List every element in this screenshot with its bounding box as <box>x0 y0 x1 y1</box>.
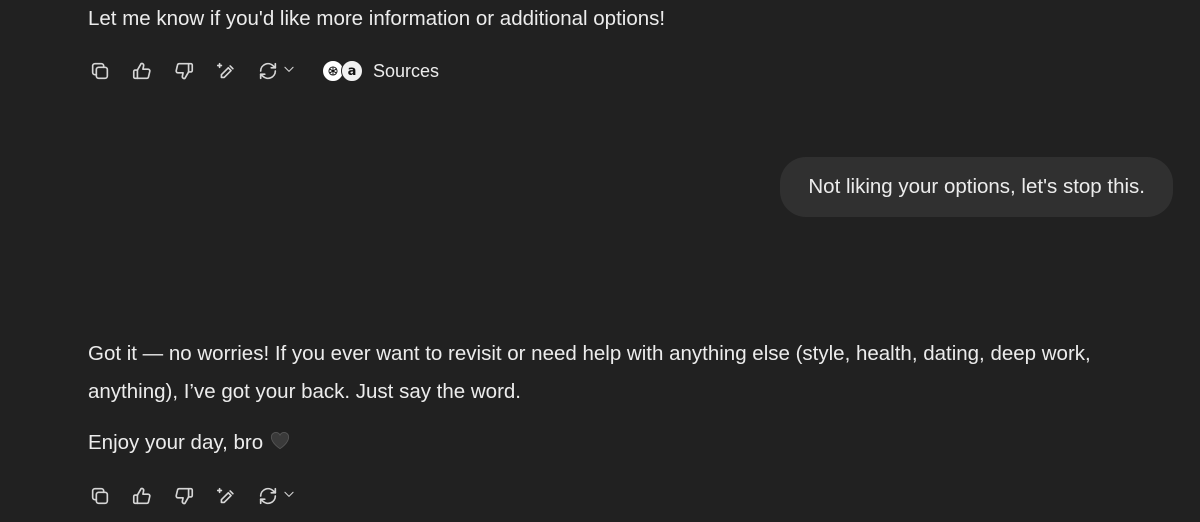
amazon-icon: a <box>341 60 363 82</box>
user-message-text: Not liking your options, let's stop this… <box>808 175 1145 198</box>
edit-sparkle-icon <box>216 487 234 504</box>
regenerate-icon-wrap <box>256 484 280 508</box>
thumbs-down-button[interactable] <box>172 59 196 83</box>
copy-button[interactable] <box>88 484 112 508</box>
copy-icon <box>91 62 109 80</box>
thumbs-down-button[interactable] <box>172 484 196 508</box>
sources-button[interactable]: a Sources <box>322 60 439 82</box>
edit-in-canvas-button[interactable] <box>214 484 238 508</box>
thumbs-up-icon <box>132 487 151 505</box>
assistant-reply-paragraph: Got it — no worries! If you ever want to… <box>88 342 1091 403</box>
chevron-down-icon <box>282 62 296 81</box>
thumbs-up-icon <box>132 62 151 80</box>
regenerate-icon <box>259 487 277 505</box>
copy-button[interactable] <box>88 59 112 83</box>
copy-icon <box>91 487 109 505</box>
message-actions-toolbar-2 <box>88 483 322 509</box>
message-actions-toolbar: a Sources <box>88 58 439 84</box>
source-icons: a <box>322 60 363 82</box>
thumbs-down-icon <box>175 62 194 80</box>
regenerate-button[interactable] <box>256 484 296 508</box>
chat-page: Let me know if you'd like more informati… <box>0 0 1200 522</box>
regenerate-button[interactable] <box>256 59 296 83</box>
regenerate-icon <box>259 62 277 80</box>
assistant-message-text: Let me know if you'd like more informati… <box>88 7 666 30</box>
thumbs-up-button[interactable] <box>130 59 154 83</box>
signoff-text: Enjoy your day, bro <box>88 431 264 454</box>
sources-label: Sources <box>373 60 440 81</box>
edit-in-canvas-button[interactable] <box>214 59 238 83</box>
thumbs-down-icon <box>175 487 194 505</box>
regenerate-icon-wrap <box>256 59 280 83</box>
user-message-bubble: Not liking your options, let's stop this… <box>780 157 1173 217</box>
black-heart-icon <box>269 425 291 463</box>
assistant-reply-signoff: Enjoy your day, bro <box>88 424 291 463</box>
edit-sparkle-icon <box>216 62 234 79</box>
thumbs-up-button[interactable] <box>130 484 154 508</box>
chevron-down-icon <box>282 487 296 506</box>
